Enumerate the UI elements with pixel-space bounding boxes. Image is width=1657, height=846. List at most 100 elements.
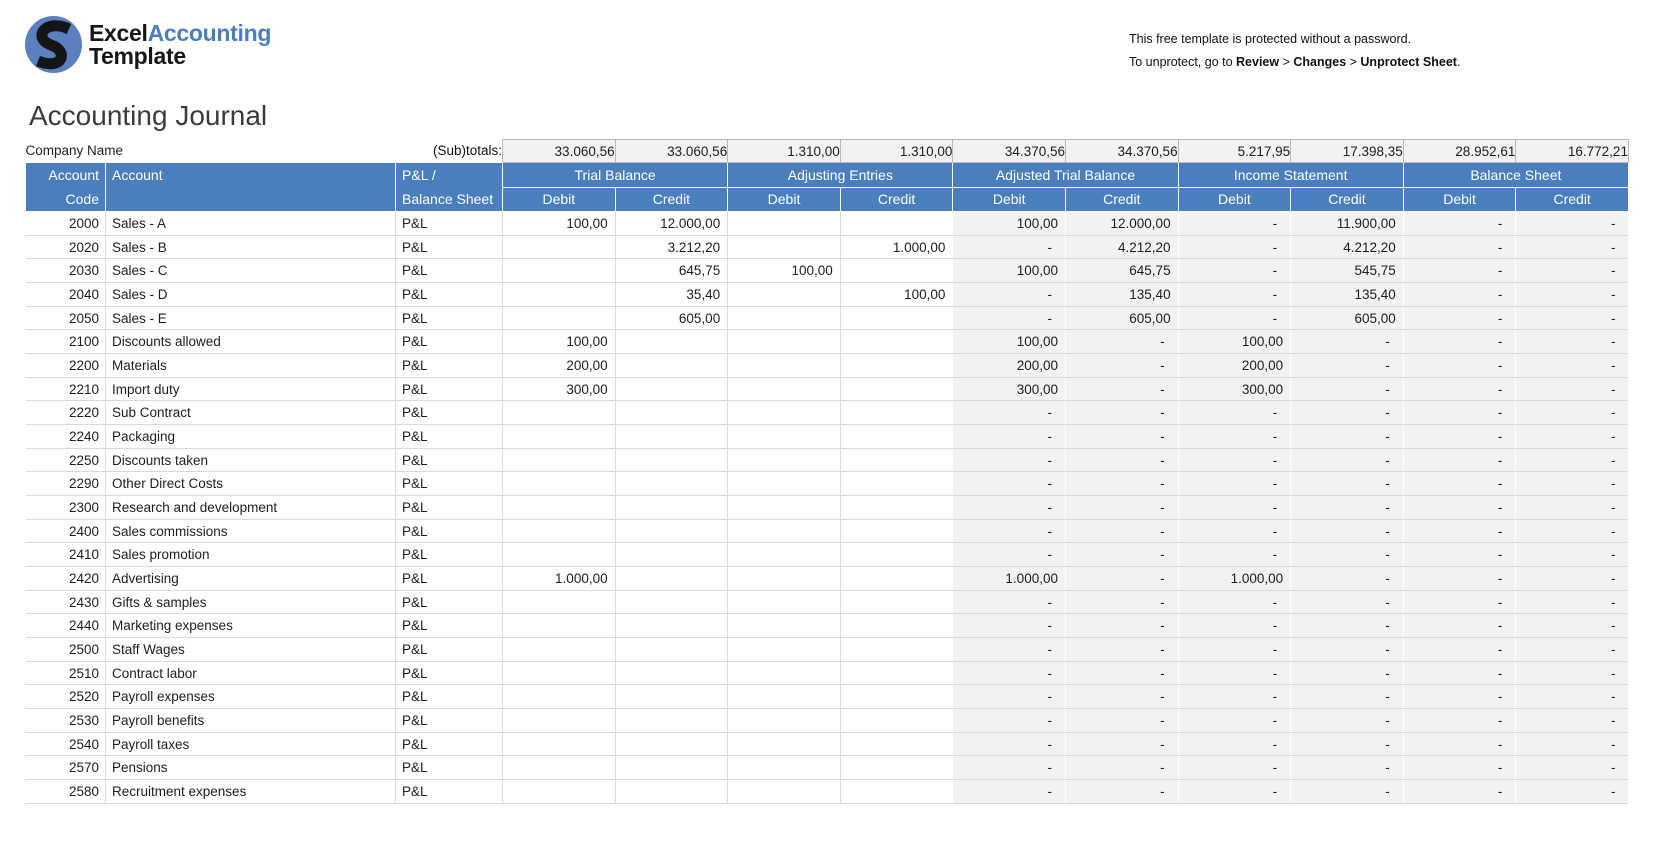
amount-input-cell[interactable] [728,780,841,804]
calculated-amount-cell[interactable]: - [1291,732,1404,756]
calculated-amount-cell[interactable]: - [1178,638,1291,662]
calculated-amount-cell[interactable]: 135,40 [1291,283,1404,307]
account-name-cell[interactable]: Payroll benefits [106,709,396,733]
calculated-amount-cell[interactable]: - [1516,614,1629,638]
amount-input-cell[interactable] [840,590,953,614]
amount-input-cell[interactable] [728,496,841,520]
calculated-amount-cell[interactable]: - [1403,638,1516,662]
account-name-cell[interactable]: Materials [106,354,396,378]
pnl-type-cell[interactable]: P&L [396,330,503,354]
calculated-amount-cell[interactable]: - [1403,780,1516,804]
calculated-amount-cell[interactable]: - [1291,614,1404,638]
calculated-amount-cell[interactable]: - [1065,590,1178,614]
amount-input-cell[interactable] [728,283,841,307]
calculated-amount-cell[interactable]: 605,00 [1065,306,1178,330]
account-code-cell[interactable]: 2200 [26,354,106,378]
amount-input-cell[interactable] [503,401,616,425]
amount-input-cell[interactable] [615,638,728,662]
subtotal-cell[interactable]: 5.217,95 [1178,140,1291,163]
subtotal-cell[interactable]: 34.370,56 [953,140,1066,163]
account-name-cell[interactable]: Import duty [106,377,396,401]
calculated-amount-cell[interactable]: - [1065,354,1178,378]
amount-input-cell[interactable] [615,732,728,756]
amount-input-cell[interactable] [615,401,728,425]
calculated-amount-cell[interactable]: - [1065,496,1178,520]
amount-input-cell[interactable] [840,756,953,780]
calculated-amount-cell[interactable]: - [1065,638,1178,662]
account-code-cell[interactable]: 2100 [26,330,106,354]
calculated-amount-cell[interactable]: - [953,472,1066,496]
amount-input-cell[interactable] [728,330,841,354]
account-code-cell[interactable]: 2290 [26,472,106,496]
calculated-amount-cell[interactable]: - [1516,425,1629,449]
amount-input-cell[interactable]: 12.000,00 [615,212,728,236]
account-name-cell[interactable]: Packaging [106,425,396,449]
calculated-amount-cell[interactable]: - [1178,212,1291,236]
account-code-cell[interactable]: 2510 [26,661,106,685]
calculated-amount-cell[interactable]: - [953,685,1066,709]
pnl-type-cell[interactable]: P&L [396,377,503,401]
amount-input-cell[interactable] [503,472,616,496]
calculated-amount-cell[interactable]: - [1178,496,1291,520]
calculated-amount-cell[interactable]: - [1291,543,1404,567]
calculated-amount-cell[interactable]: - [953,496,1066,520]
calculated-amount-cell[interactable]: 545,75 [1291,259,1404,283]
amount-input-cell[interactable] [840,614,953,638]
calculated-amount-cell[interactable]: - [1291,401,1404,425]
amount-input-cell[interactable] [840,330,953,354]
amount-input-cell[interactable] [615,661,728,685]
calculated-amount-cell[interactable]: - [1065,709,1178,733]
calculated-amount-cell[interactable]: - [953,661,1066,685]
amount-input-cell[interactable] [615,709,728,733]
amount-input-cell[interactable] [728,448,841,472]
calculated-amount-cell[interactable]: - [1065,567,1178,591]
account-code-cell[interactable]: 2300 [26,496,106,520]
pnl-type-cell[interactable]: P&L [396,756,503,780]
account-name-cell[interactable]: Sales - A [106,212,396,236]
amount-input-cell[interactable]: 100,00 [728,259,841,283]
calculated-amount-cell[interactable]: - [953,732,1066,756]
amount-input-cell[interactable] [728,709,841,733]
pnl-type-cell[interactable]: P&L [396,685,503,709]
calculated-amount-cell[interactable]: - [1065,472,1178,496]
subtotal-cell[interactable]: 17.398,35 [1291,140,1404,163]
amount-input-cell[interactable] [840,685,953,709]
pnl-type-cell[interactable]: P&L [396,567,503,591]
amount-input-cell[interactable] [728,567,841,591]
company-name-cell[interactable]: Company Name [26,140,396,163]
amount-input-cell[interactable] [728,732,841,756]
calculated-amount-cell[interactable]: - [953,283,1066,307]
calculated-amount-cell[interactable]: - [1291,448,1404,472]
calculated-amount-cell[interactable]: - [1403,732,1516,756]
calculated-amount-cell[interactable]: - [1291,638,1404,662]
calculated-amount-cell[interactable]: 1.000,00 [953,567,1066,591]
calculated-amount-cell[interactable]: - [1516,756,1629,780]
calculated-amount-cell[interactable]: - [1403,306,1516,330]
account-code-cell[interactable]: 2030 [26,259,106,283]
subtotal-cell[interactable]: 28.952,61 [1403,140,1516,163]
calculated-amount-cell[interactable]: - [1178,709,1291,733]
calculated-amount-cell[interactable]: - [1291,425,1404,449]
subtotal-cell[interactable]: 33.060,56 [503,140,616,163]
account-code-cell[interactable]: 2240 [26,425,106,449]
amount-input-cell[interactable] [840,661,953,685]
amount-input-cell[interactable] [503,235,616,259]
calculated-amount-cell[interactable]: 100,00 [953,212,1066,236]
calculated-amount-cell[interactable]: - [953,448,1066,472]
amount-input-cell[interactable] [615,543,728,567]
amount-input-cell[interactable] [728,638,841,662]
calculated-amount-cell[interactable]: 200,00 [953,354,1066,378]
calculated-amount-cell[interactable]: - [1403,283,1516,307]
pnl-type-cell[interactable]: P&L [396,259,503,283]
amount-input-cell[interactable] [840,732,953,756]
account-name-cell[interactable]: Gifts & samples [106,590,396,614]
account-code-cell[interactable]: 2530 [26,709,106,733]
calculated-amount-cell[interactable]: - [1403,661,1516,685]
calculated-amount-cell[interactable]: - [1516,519,1629,543]
pnl-type-cell[interactable]: P&L [396,614,503,638]
amount-input-cell[interactable] [615,496,728,520]
subtotal-cell[interactable]: 16.772,21 [1516,140,1629,163]
calculated-amount-cell[interactable]: - [1516,354,1629,378]
calculated-amount-cell[interactable]: - [1065,780,1178,804]
calculated-amount-cell[interactable]: - [1403,590,1516,614]
